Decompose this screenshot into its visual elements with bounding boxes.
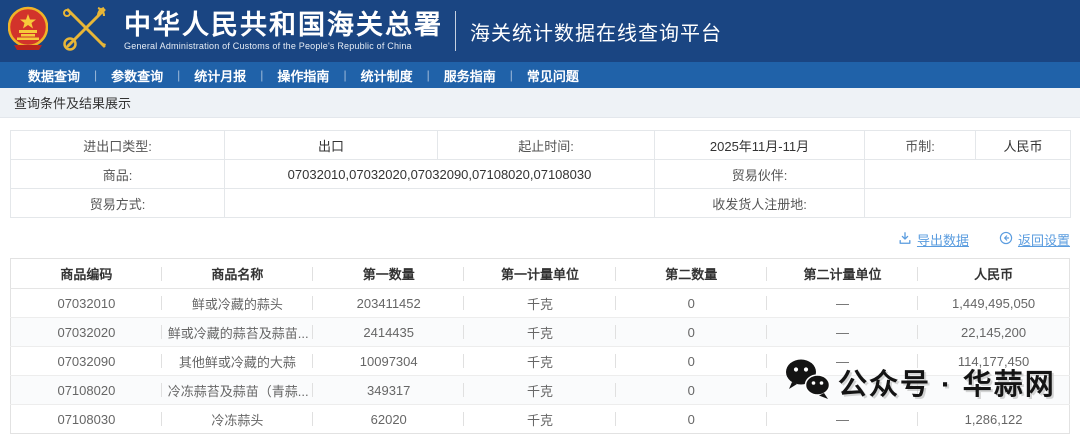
col-header-first-quantity: 第一数量: [313, 259, 464, 289]
nav-item-data-query[interactable]: 数据查询: [14, 66, 94, 85]
export-data-button[interactable]: 导出数据: [898, 230, 969, 249]
cell-first-quantity: 10097304: [313, 347, 464, 376]
table-row: 07032010 鲜或冷藏的蒜头 203411452 千克 0 — 1,449,…: [11, 289, 1070, 318]
national-emblem-icon: [8, 6, 48, 57]
cell-commodity-code: 07032090: [11, 347, 162, 376]
cell-commodity-name: 冷冻蒜头: [162, 405, 313, 434]
results-toolbar: 导出数据 返回设置: [10, 228, 1070, 250]
results-table: 商品编码 商品名称 第一数量 第一计量单位 第二数量 第二计量单位 人民币 07…: [10, 258, 1070, 434]
cell-second-quantity: 0: [616, 376, 767, 405]
cell-rmb-value: 114,177,450: [918, 347, 1069, 376]
cell-second-unit: —: [767, 289, 918, 318]
back-to-settings-button[interactable]: 返回设置: [999, 230, 1070, 249]
section-title: 查询条件及结果展示: [14, 93, 131, 112]
cell-commodity-code: 07032010: [11, 289, 162, 318]
commodity-label: 商品:: [11, 160, 225, 189]
trade-partner-label: 贸易伙伴:: [655, 160, 865, 189]
customs-key-emblem-icon: [58, 4, 112, 59]
main-nav: 数据查询 | 参数查询 | 统计月报 | 操作指南 | 统计制度 | 服务指南 …: [0, 62, 1080, 88]
back-to-settings-label: 返回设置: [1018, 230, 1070, 249]
query-row-3: 贸易方式: 收发货人注册地:: [11, 189, 1071, 218]
cell-first-quantity: 203411452: [313, 289, 464, 318]
cell-first-unit: 千克: [464, 347, 615, 376]
cell-second-quantity: 0: [616, 289, 767, 318]
platform-title: 海关统计数据在线查询平台: [470, 17, 722, 46]
col-header-commodity-name: 商品名称: [162, 259, 313, 289]
import-export-type-value: 出口: [225, 131, 438, 160]
date-range-label: 起止时间:: [438, 131, 655, 160]
cell-second-unit: —: [767, 318, 918, 347]
cell-commodity-code: 07032020: [11, 318, 162, 347]
header-divider: [455, 11, 456, 51]
cell-first-unit: 千克: [464, 318, 615, 347]
table-row: 07032020 鲜或冷藏的蒜苔及蒜苗... 2414435 千克 0 — 22…: [11, 318, 1070, 347]
cell-first-unit: 千克: [464, 405, 615, 434]
nav-item-operation-guide[interactable]: 操作指南: [263, 66, 343, 85]
cell-commodity-code: 07108030: [11, 405, 162, 434]
section-title-strip: 查询条件及结果展示: [0, 88, 1080, 118]
table-row: 07032090 其他鲜或冷藏的大蒜 10097304 千克 0 — 114,1…: [11, 347, 1070, 376]
cell-first-quantity: 2414435: [313, 318, 464, 347]
cell-second-unit: —: [767, 347, 918, 376]
query-conditions-table: 进出口类型: 出口 起止时间: 2025年11月-11月 币制: 人民币 商品:…: [10, 130, 1071, 218]
registration-place-value: [865, 189, 1071, 218]
nav-item-service-guide[interactable]: 服务指南: [430, 66, 510, 85]
org-name: 中华人民共和国海关总署: [124, 11, 443, 41]
cell-rmb-value: 22,145,200: [918, 318, 1069, 347]
col-header-rmb: 人民币: [918, 259, 1069, 289]
cell-commodity-name: 其他鲜或冷藏的大蒜: [162, 347, 313, 376]
cell-second-quantity: 0: [616, 405, 767, 434]
export-data-label: 导出数据: [917, 230, 969, 249]
currency-value: 人民币: [976, 131, 1071, 160]
cell-first-unit: 千克: [464, 289, 615, 318]
col-header-second-unit: 第二计量单位: [767, 259, 918, 289]
cell-commodity-name: 冷冻蒜苔及蒜苗（青蒜...: [162, 376, 313, 405]
cell-commodity-name: 鲜或冷藏的蒜头: [162, 289, 313, 318]
cell-commodity-code: 07108020: [11, 376, 162, 405]
cell-first-quantity: 62020: [313, 405, 464, 434]
date-range-value: 2025年11月-11月: [655, 131, 865, 160]
trade-mode-value: [225, 189, 655, 218]
col-header-first-unit: 第一计量单位: [464, 259, 615, 289]
org-name-english: General Administration of Customs of the…: [124, 41, 443, 51]
nav-item-monthly-report[interactable]: 统计月报: [180, 66, 260, 85]
table-row: 07108020 冷冻蒜苔及蒜苗（青蒜... 349317 千克 0: [11, 376, 1070, 405]
site-header: 中华人民共和国海关总署 General Administration of Cu…: [0, 0, 1080, 62]
registration-place-label: 收发货人注册地:: [655, 189, 865, 218]
table-row: 07108030 冷冻蒜头 62020 千克 0 — 1,286,122: [11, 405, 1070, 434]
cell-rmb-value: 1,449,495,050: [918, 289, 1069, 318]
cell-first-quantity: 349317: [313, 376, 464, 405]
import-export-type-label: 进出口类型:: [11, 131, 225, 160]
query-row-2: 商品: 07032010,07032020,07032090,07108020,…: [11, 160, 1071, 189]
download-icon: [898, 231, 912, 248]
commodity-value: 07032010,07032020,07032090,07108020,0710…: [225, 160, 655, 189]
nav-item-faq[interactable]: 常见问题: [513, 66, 593, 85]
cell-rmb-value: 1,286,122: [918, 405, 1069, 434]
cell-second-unit: [767, 376, 918, 405]
cell-rmb-value: [918, 376, 1069, 405]
trade-partner-value: [865, 160, 1071, 189]
cell-second-unit: —: [767, 405, 918, 434]
col-header-second-quantity: 第二数量: [616, 259, 767, 289]
org-title-block: 中华人民共和国海关总署 General Administration of Cu…: [124, 11, 443, 51]
col-header-commodity-code: 商品编码: [11, 259, 162, 289]
query-row-1: 进出口类型: 出口 起止时间: 2025年11月-11月 币制: 人民币: [11, 131, 1071, 160]
cell-commodity-name: 鲜或冷藏的蒜苔及蒜苗...: [162, 318, 313, 347]
currency-label: 币制:: [865, 131, 976, 160]
cell-second-quantity: 0: [616, 347, 767, 376]
trade-mode-label: 贸易方式:: [11, 189, 225, 218]
back-arrow-icon: [999, 231, 1013, 248]
cell-second-quantity: 0: [616, 318, 767, 347]
cell-first-unit: 千克: [464, 376, 615, 405]
nav-item-parameter-query[interactable]: 参数查询: [97, 66, 177, 85]
results-header-row: 商品编码 商品名称 第一数量 第一计量单位 第二数量 第二计量单位 人民币: [11, 259, 1070, 289]
nav-item-statistics-system[interactable]: 统计制度: [347, 66, 427, 85]
